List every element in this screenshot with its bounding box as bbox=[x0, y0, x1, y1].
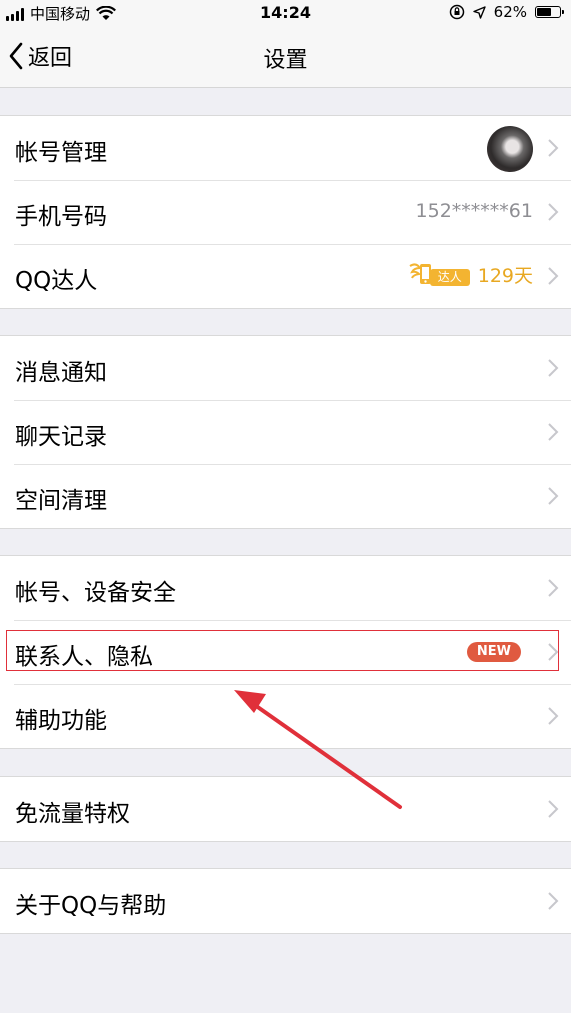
chevron-right-icon bbox=[548, 643, 559, 661]
settings-row-storage-cleanup[interactable]: 空间清理 bbox=[0, 464, 571, 528]
row-label: 帐号管理 bbox=[15, 140, 107, 166]
row-label: 关于QQ与帮助 bbox=[15, 893, 167, 919]
daren-badge-icon: 达人 bbox=[408, 260, 474, 288]
chevron-right-icon bbox=[548, 139, 559, 157]
chevron-right-icon bbox=[548, 800, 559, 818]
settings-row-notifications[interactable]: 消息通知 bbox=[0, 336, 571, 400]
settings-row-account-management[interactable]: 帐号管理 bbox=[0, 116, 571, 180]
settings-row-chat-history[interactable]: 聊天记录 bbox=[0, 400, 571, 464]
row-label: 免流量特权 bbox=[15, 801, 130, 827]
row-label: 手机号码 bbox=[15, 204, 107, 230]
settings-row-about-help[interactable]: 关于QQ与帮助 bbox=[0, 869, 571, 933]
chevron-right-icon bbox=[548, 707, 559, 725]
settings-row-data-free-privilege[interactable]: 免流量特权 bbox=[0, 777, 571, 841]
settings-group-about: 关于QQ与帮助 bbox=[0, 868, 571, 934]
phone-number-value: 152******61 bbox=[415, 200, 533, 222]
settings-group-data-free: 免流量特权 bbox=[0, 776, 571, 842]
daren-tag: 达人 bbox=[429, 269, 470, 286]
orientation-lock-icon bbox=[449, 4, 464, 20]
avatar bbox=[487, 126, 533, 172]
settings-group-security: 帐号、设备安全 联系人、隐私 NEW 辅助功能 bbox=[0, 555, 571, 749]
page-title: 设置 bbox=[263, 48, 308, 73]
daren-days-value: 129天 bbox=[477, 264, 533, 287]
new-badge: NEW bbox=[466, 642, 521, 662]
row-label: 消息通知 bbox=[15, 360, 107, 386]
settings-row-phone-number[interactable]: 手机号码 152******61 bbox=[0, 180, 571, 244]
battery-icon bbox=[535, 6, 564, 18]
row-label: QQ达人 bbox=[15, 268, 98, 294]
chevron-right-icon bbox=[548, 359, 559, 377]
row-label: 联系人、隐私 bbox=[15, 644, 153, 670]
location-icon bbox=[472, 5, 486, 19]
chevron-right-icon bbox=[548, 579, 559, 597]
chevron-right-icon bbox=[548, 423, 559, 441]
row-label: 帐号、设备安全 bbox=[15, 580, 176, 606]
battery-fill bbox=[537, 8, 551, 16]
row-label: 空间清理 bbox=[15, 488, 107, 514]
row-label: 聊天记录 bbox=[15, 424, 107, 450]
daren-info: 达人 129天 bbox=[408, 260, 533, 288]
status-bar-right: 62% bbox=[449, 3, 564, 21]
settings-row-accessibility[interactable]: 辅助功能 bbox=[0, 684, 571, 748]
navigation-bar: 返回 设置 bbox=[0, 26, 571, 88]
settings-row-account-device-security[interactable]: 帐号、设备安全 bbox=[0, 556, 571, 620]
chevron-right-icon bbox=[548, 487, 559, 505]
battery-percent: 62% bbox=[493, 3, 527, 21]
chevron-right-icon bbox=[548, 892, 559, 910]
settings-group-account: 帐号管理 手机号码 152******61 QQ达人 达人 129天 bbox=[0, 115, 571, 309]
settings-row-qq-daren[interactable]: QQ达人 达人 129天 bbox=[0, 244, 571, 308]
chevron-right-icon bbox=[548, 267, 559, 285]
settings-row-contacts-privacy[interactable]: 联系人、隐私 NEW bbox=[0, 620, 571, 684]
status-bar: 中国移动 14:24 62% bbox=[0, 0, 571, 26]
settings-group-messages: 消息通知 聊天记录 空间清理 bbox=[0, 335, 571, 529]
row-label: 辅助功能 bbox=[15, 708, 107, 734]
chevron-right-icon bbox=[548, 203, 559, 221]
